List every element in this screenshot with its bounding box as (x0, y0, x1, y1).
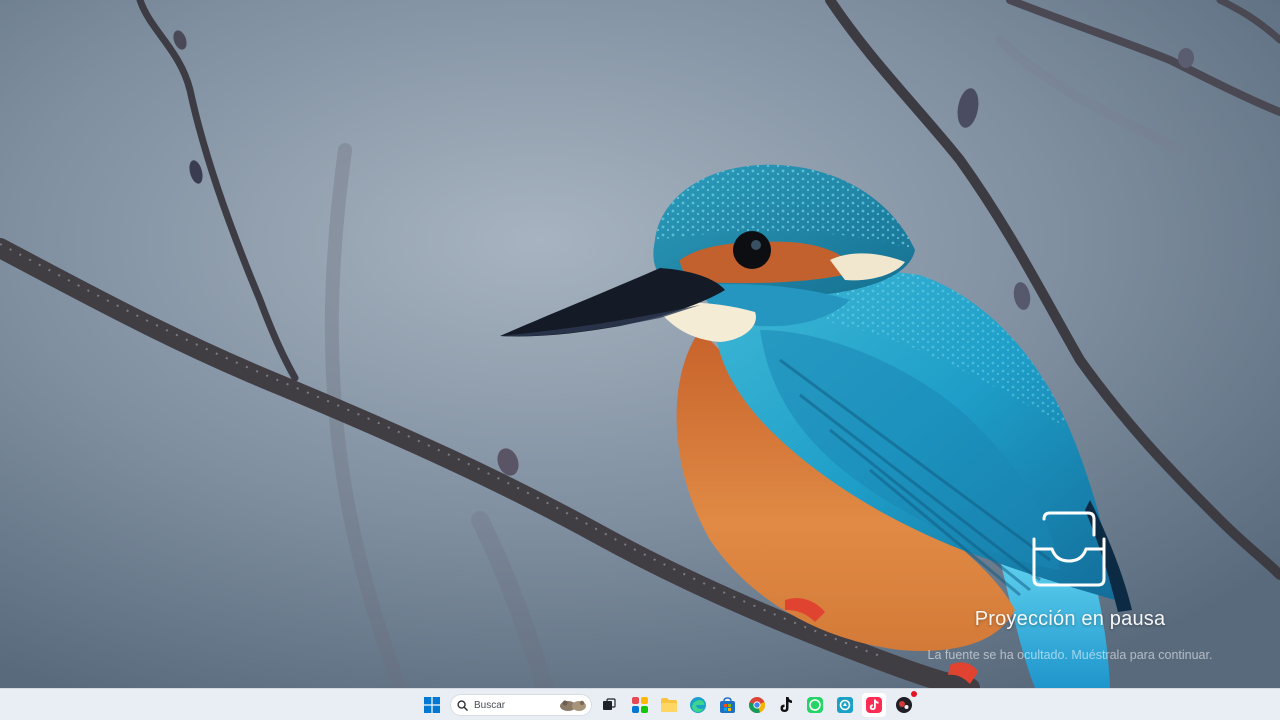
notification-badge (911, 691, 917, 697)
taskbar-search-box[interactable]: Buscar (450, 694, 592, 716)
tiktok-icon (780, 697, 792, 712)
game-app-button[interactable] (892, 691, 917, 717)
overlay-title: Proyección en pausa (974, 608, 1166, 630)
chrome-button[interactable] (745, 693, 769, 717)
store-icon (719, 696, 735, 713)
edge-icon (690, 697, 706, 713)
windows-start-icon (424, 697, 440, 713)
taskbar: Buscar (0, 688, 1280, 720)
search-highlight-icon (560, 700, 586, 711)
file-explorer-icon (661, 698, 677, 712)
edge-button[interactable] (686, 693, 710, 717)
tiktok-button[interactable] (774, 693, 798, 717)
tiktok-app-button[interactable] (862, 693, 886, 717)
whatsapp-icon (807, 697, 823, 713)
widgets-icon (632, 697, 648, 713)
start-button[interactable] (420, 693, 444, 717)
widgets-button[interactable] (628, 693, 652, 717)
search-icon (457, 699, 468, 711)
search-placeholder: Buscar (474, 699, 506, 711)
task-view-icon (603, 698, 616, 710)
maps-icon (837, 697, 853, 713)
projection-paused-overlay: Proyección en pausa La fuente se ha ocul… (880, 505, 1260, 675)
file-explorer-button[interactable] (657, 693, 681, 717)
overlay-subtitle: La fuente se ha ocultado. Muéstrala para… (927, 648, 1213, 662)
tiktok-app-icon (866, 697, 882, 713)
game-app-icon (896, 697, 912, 713)
chrome-icon (749, 697, 766, 713)
maps-button[interactable] (833, 693, 857, 717)
store-button[interactable] (715, 693, 739, 717)
desktop: Proyección en pausa La fuente se ha ocul… (0, 0, 1280, 688)
task-view-button[interactable] (597, 693, 621, 717)
projection-paused-icon (1032, 511, 1106, 587)
whatsapp-button[interactable] (803, 693, 827, 717)
